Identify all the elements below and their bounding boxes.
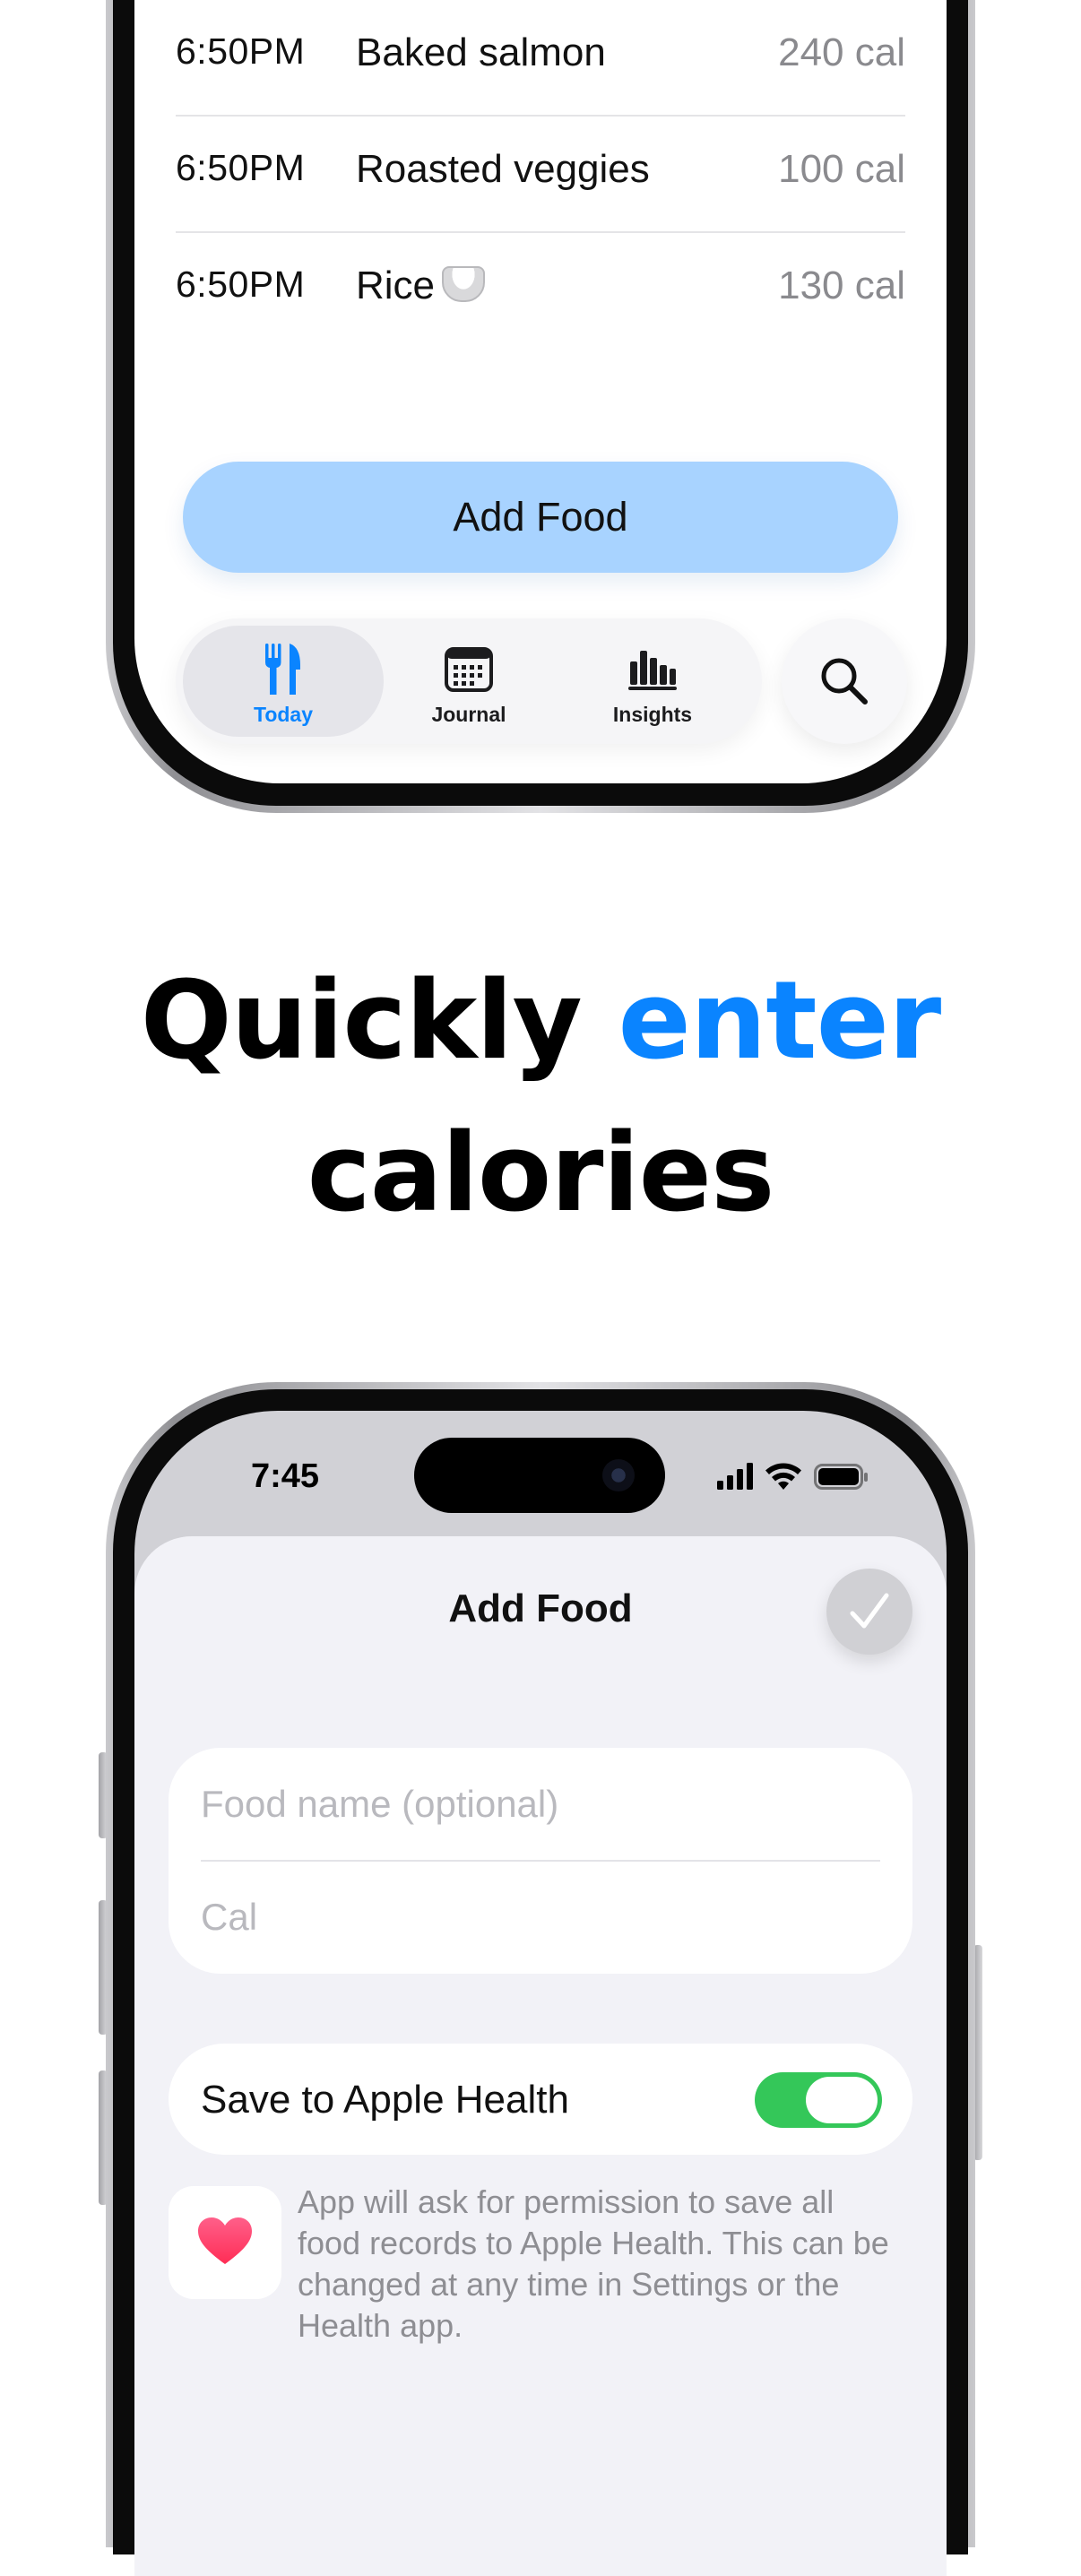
rice-bowl-icon — [442, 266, 486, 302]
apple-health-row: Save to Apple Health — [169, 2044, 912, 2155]
entry-name: Rice — [356, 264, 436, 307]
food-entry-row[interactable]: 6:50PM Baked salmon 240 cal — [176, 0, 905, 117]
apple-health-label: Save to Apple Health — [201, 2078, 569, 2122]
entry-calories: 240 cal — [778, 30, 905, 74]
fork-knife-icon — [265, 644, 300, 695]
entry-name-wrap: Rice — [356, 264, 486, 308]
tab-bar: Today Journal Insights — [176, 618, 762, 744]
entry-name: Roasted veggies — [356, 147, 650, 191]
entry-calories: 130 cal — [778, 264, 905, 307]
food-entry-form — [169, 1748, 912, 1974]
bottom-phone-screen: 7:45 Add Food Food name (optional) Cal S… — [134, 1411, 947, 2576]
search-button[interactable] — [782, 618, 907, 744]
tab-label: Journal — [431, 703, 506, 726]
food-entry-row[interactable]: 6:50PM Roasted veggies 100 cal — [176, 117, 905, 233]
battery-icon — [814, 1464, 868, 1490]
headline-accent-word: enter — [618, 959, 941, 1084]
entry-time: 6:50PM — [176, 30, 306, 72]
toggle-knob — [806, 2077, 878, 2123]
entry-time: 6:50PM — [176, 147, 306, 188]
calories-field[interactable] — [201, 1877, 878, 1958]
status-icons — [717, 1461, 878, 1496]
entry-name: Baked salmon — [356, 30, 606, 74]
tab-label: Insights — [612, 703, 693, 726]
sheet-title: Add Food — [448, 1586, 633, 1630]
search-icon — [821, 658, 868, 705]
entry-calories: 100 cal — [778, 147, 905, 191]
camera-icon — [602, 1459, 635, 1491]
tab-label: Today — [253, 703, 314, 726]
status-indicators — [717, 1463, 868, 1490]
tab-today[interactable]: Today — [183, 626, 384, 737]
top-phone-screen: 6:50PM Baked salmon 240 cal 6:50PM Roast… — [134, 0, 947, 783]
headline-line-1: Quickly enter — [0, 946, 1081, 1098]
entry-time: 6:50PM — [176, 264, 306, 305]
headline-word: Quickly — [140, 959, 583, 1084]
promo-headline: Quickly enter calories — [0, 946, 1081, 1250]
dynamic-island — [414, 1438, 665, 1513]
heart-icon — [198, 2217, 252, 2264]
health-app-icon — [169, 2186, 281, 2299]
checkmark-icon — [850, 1593, 889, 1629]
apple-health-toggle[interactable] — [755, 2072, 882, 2128]
cellular-signal-icon — [717, 1463, 753, 1490]
confirm-button[interactable] — [826, 1569, 912, 1655]
tab-journal[interactable]: Journal — [368, 626, 569, 737]
form-divider — [201, 1860, 880, 1862]
food-name-field[interactable] — [201, 1764, 878, 1845]
status-bar: 7:45 — [134, 1411, 947, 1527]
status-time: 7:45 — [251, 1457, 320, 1495]
add-food-sheet: Add Food Save to Apple Health — [134, 1536, 947, 2576]
bar-chart-icon — [628, 651, 677, 690]
wifi-icon — [765, 1463, 801, 1490]
add-food-button[interactable]: Add Food — [183, 462, 898, 573]
headline-line-2: calories — [307, 1111, 775, 1236]
calendar-icon — [445, 647, 493, 692]
tab-insights[interactable]: Insights — [552, 626, 753, 737]
health-permission-note: App will ask for permission to save all … — [298, 2183, 889, 2344]
food-entry-row[interactable]: 6:50PM Rice 130 cal — [176, 233, 905, 350]
